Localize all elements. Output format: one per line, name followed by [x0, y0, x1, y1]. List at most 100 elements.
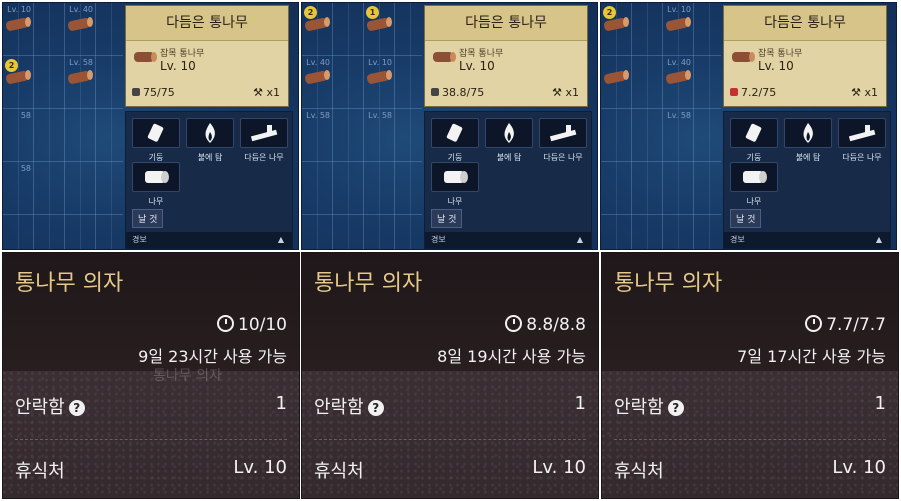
pillar-icon [147, 123, 164, 142]
plank-button[interactable] [838, 118, 886, 148]
plank-button[interactable] [240, 118, 288, 148]
inventory-slot[interactable] [601, 109, 631, 161]
action-burn[interactable]: 불에 탐 [784, 118, 832, 163]
slot-level: 58 [20, 164, 31, 173]
slot-level: Lv. 58 [306, 111, 330, 120]
hammer-icon: ⚒ [552, 86, 562, 99]
action-label: 불에 탐 [197, 153, 223, 162]
inventory-slot[interactable]: 58 [3, 162, 33, 214]
plank-icon [848, 125, 876, 142]
clock-icon [805, 315, 823, 332]
craft-actions-panel: 기둥 불에 탐 다듬은 나무 나무 날 것 경보 ▲ [125, 111, 293, 249]
inventory-slot[interactable]: Lv. 58 [65, 56, 95, 108]
inventory-slot[interactable]: Lv. 10 [3, 3, 33, 55]
item-detail-card: 다듬은 통나무 잡목 통나무 Lv. 10 38.8/75 ⚒ x1 [424, 5, 588, 107]
inventory-slot[interactable]: 2 [302, 3, 332, 55]
item-count: ⚒ x1 [851, 86, 878, 99]
shelter-value: Lv. 10 [832, 457, 886, 478]
inventory-slot[interactable]: 2 [601, 3, 631, 55]
help-icon[interactable]: ? [667, 400, 684, 416]
log-icon [67, 70, 93, 84]
craft-raw-button[interactable]: 날 것 [431, 209, 463, 228]
inventory-slot[interactable]: Lv. 10 [364, 56, 394, 108]
craft-raw-button[interactable]: 날 것 [730, 209, 762, 228]
count-value: x1 [565, 86, 579, 99]
inventory-slot[interactable]: Lv. 40 [65, 3, 95, 55]
log-icon [603, 17, 629, 31]
collapse-arrow-icon[interactable]: ▲ [577, 232, 583, 248]
inventory-slot[interactable]: 1 [364, 3, 394, 55]
chair-durability: 8.8/8.8 [505, 315, 586, 335]
action-pillar[interactable]: 기둥 [132, 118, 180, 163]
durability-value: 75/75 [143, 86, 175, 99]
item-detail-title: 다듬은 통나무 [724, 6, 886, 41]
collapse-arrow-icon[interactable]: ▲ [278, 232, 284, 248]
collapse-arrow-icon[interactable]: ▲ [876, 232, 882, 248]
help-icon[interactable]: ? [68, 400, 85, 416]
count-value: x1 [266, 86, 280, 99]
slot-level: 58 [20, 111, 31, 120]
action-pillar[interactable]: 기둥 [431, 118, 479, 163]
inventory-slot[interactable]: 58 [3, 109, 33, 161]
item-level: Lv. 10 [160, 59, 196, 73]
inventory-slot[interactable]: Lv. 40 [302, 56, 332, 108]
action-pillar[interactable]: 기둥 [730, 118, 778, 163]
log-icon [433, 52, 456, 62]
inventory-slot[interactable]: Lv. 40 [663, 56, 693, 108]
info-bar[interactable]: 경보 ▲ [126, 232, 292, 248]
action-wood[interactable]: 나무 [730, 162, 778, 207]
slot-level: Lv. 40 [306, 58, 330, 67]
comfort-value: 1 [574, 393, 586, 414]
clock-icon [217, 315, 234, 332]
action-label: 다듬은 나무 [842, 153, 882, 162]
durability-value: 7.2/75 [741, 86, 777, 99]
inventory-slot[interactable]: Lv. 10 [663, 3, 693, 55]
action-burn[interactable]: 불에 탐 [186, 118, 234, 163]
action-wood[interactable]: 나무 [431, 162, 479, 207]
chair-durability: 7.7/7.7 [805, 315, 886, 335]
info-bar[interactable]: 경보 ▲ [425, 232, 591, 248]
burn-button[interactable] [784, 118, 832, 148]
item-name: 잡목 통나무 [160, 49, 205, 59]
action-plank[interactable]: 다듬은 나무 [539, 118, 587, 163]
log-icon [665, 70, 691, 84]
inventory-slot[interactable] [601, 56, 631, 108]
log-icon [5, 17, 31, 31]
durability-icon [431, 88, 439, 96]
plank-button[interactable] [539, 118, 587, 148]
action-wood[interactable]: 나무 [132, 162, 180, 207]
inventory-slot[interactable]: Lv. 58 [663, 109, 693, 161]
wood-button[interactable] [132, 162, 180, 192]
pillar-button[interactable] [132, 118, 180, 148]
inventory-slot[interactable]: Lv. 58 [364, 109, 394, 161]
pillar-button[interactable] [730, 118, 778, 148]
wood-button[interactable] [431, 162, 479, 192]
action-plank[interactable]: 다듬은 나무 [240, 118, 288, 163]
log-icon [304, 70, 330, 84]
burn-button[interactable] [186, 118, 234, 148]
chair-availability: 7일 17시간 사용 가능 [737, 347, 886, 366]
count-value: x1 [864, 86, 878, 99]
craft-actions-panel: 기둥 불에 탐 다듬은 나무 나무 날 것 경보 ▲ [723, 111, 891, 249]
info-bar[interactable]: 경보 ▲ [724, 232, 890, 248]
inventory-panel: 2 Lv. 10 Lv. 40 Lv. 58 다듬은 통나무 잡목 통나무 Lv. 1… [600, 2, 897, 250]
inventory-slot[interactable]: Lv. 58 [302, 109, 332, 161]
slot-level: Lv. 58 [69, 58, 93, 67]
craft-raw-button[interactable]: 날 것 [132, 209, 164, 228]
durability-value: 38.8/75 [442, 86, 485, 99]
inventory-slot[interactable]: 2 [3, 56, 33, 108]
comfort-label-text: 안락함 [614, 397, 664, 418]
action-plank[interactable]: 다듬은 나무 [838, 118, 886, 163]
action-label: 나무 [746, 197, 762, 206]
help-icon[interactable]: ? [367, 400, 384, 416]
burn-button[interactable] [485, 118, 533, 148]
comfort-label-text: 안락함 [314, 397, 364, 418]
wood-button[interactable] [730, 162, 778, 192]
log-icon [366, 17, 392, 31]
action-burn[interactable]: 불에 탐 [485, 118, 533, 163]
hammer-icon: ⚒ [851, 86, 861, 99]
item-durability: 7.2/75 [730, 86, 776, 99]
plank-icon [549, 125, 577, 142]
item-count: ⚒ x1 [253, 86, 280, 99]
pillar-button[interactable] [431, 118, 479, 148]
